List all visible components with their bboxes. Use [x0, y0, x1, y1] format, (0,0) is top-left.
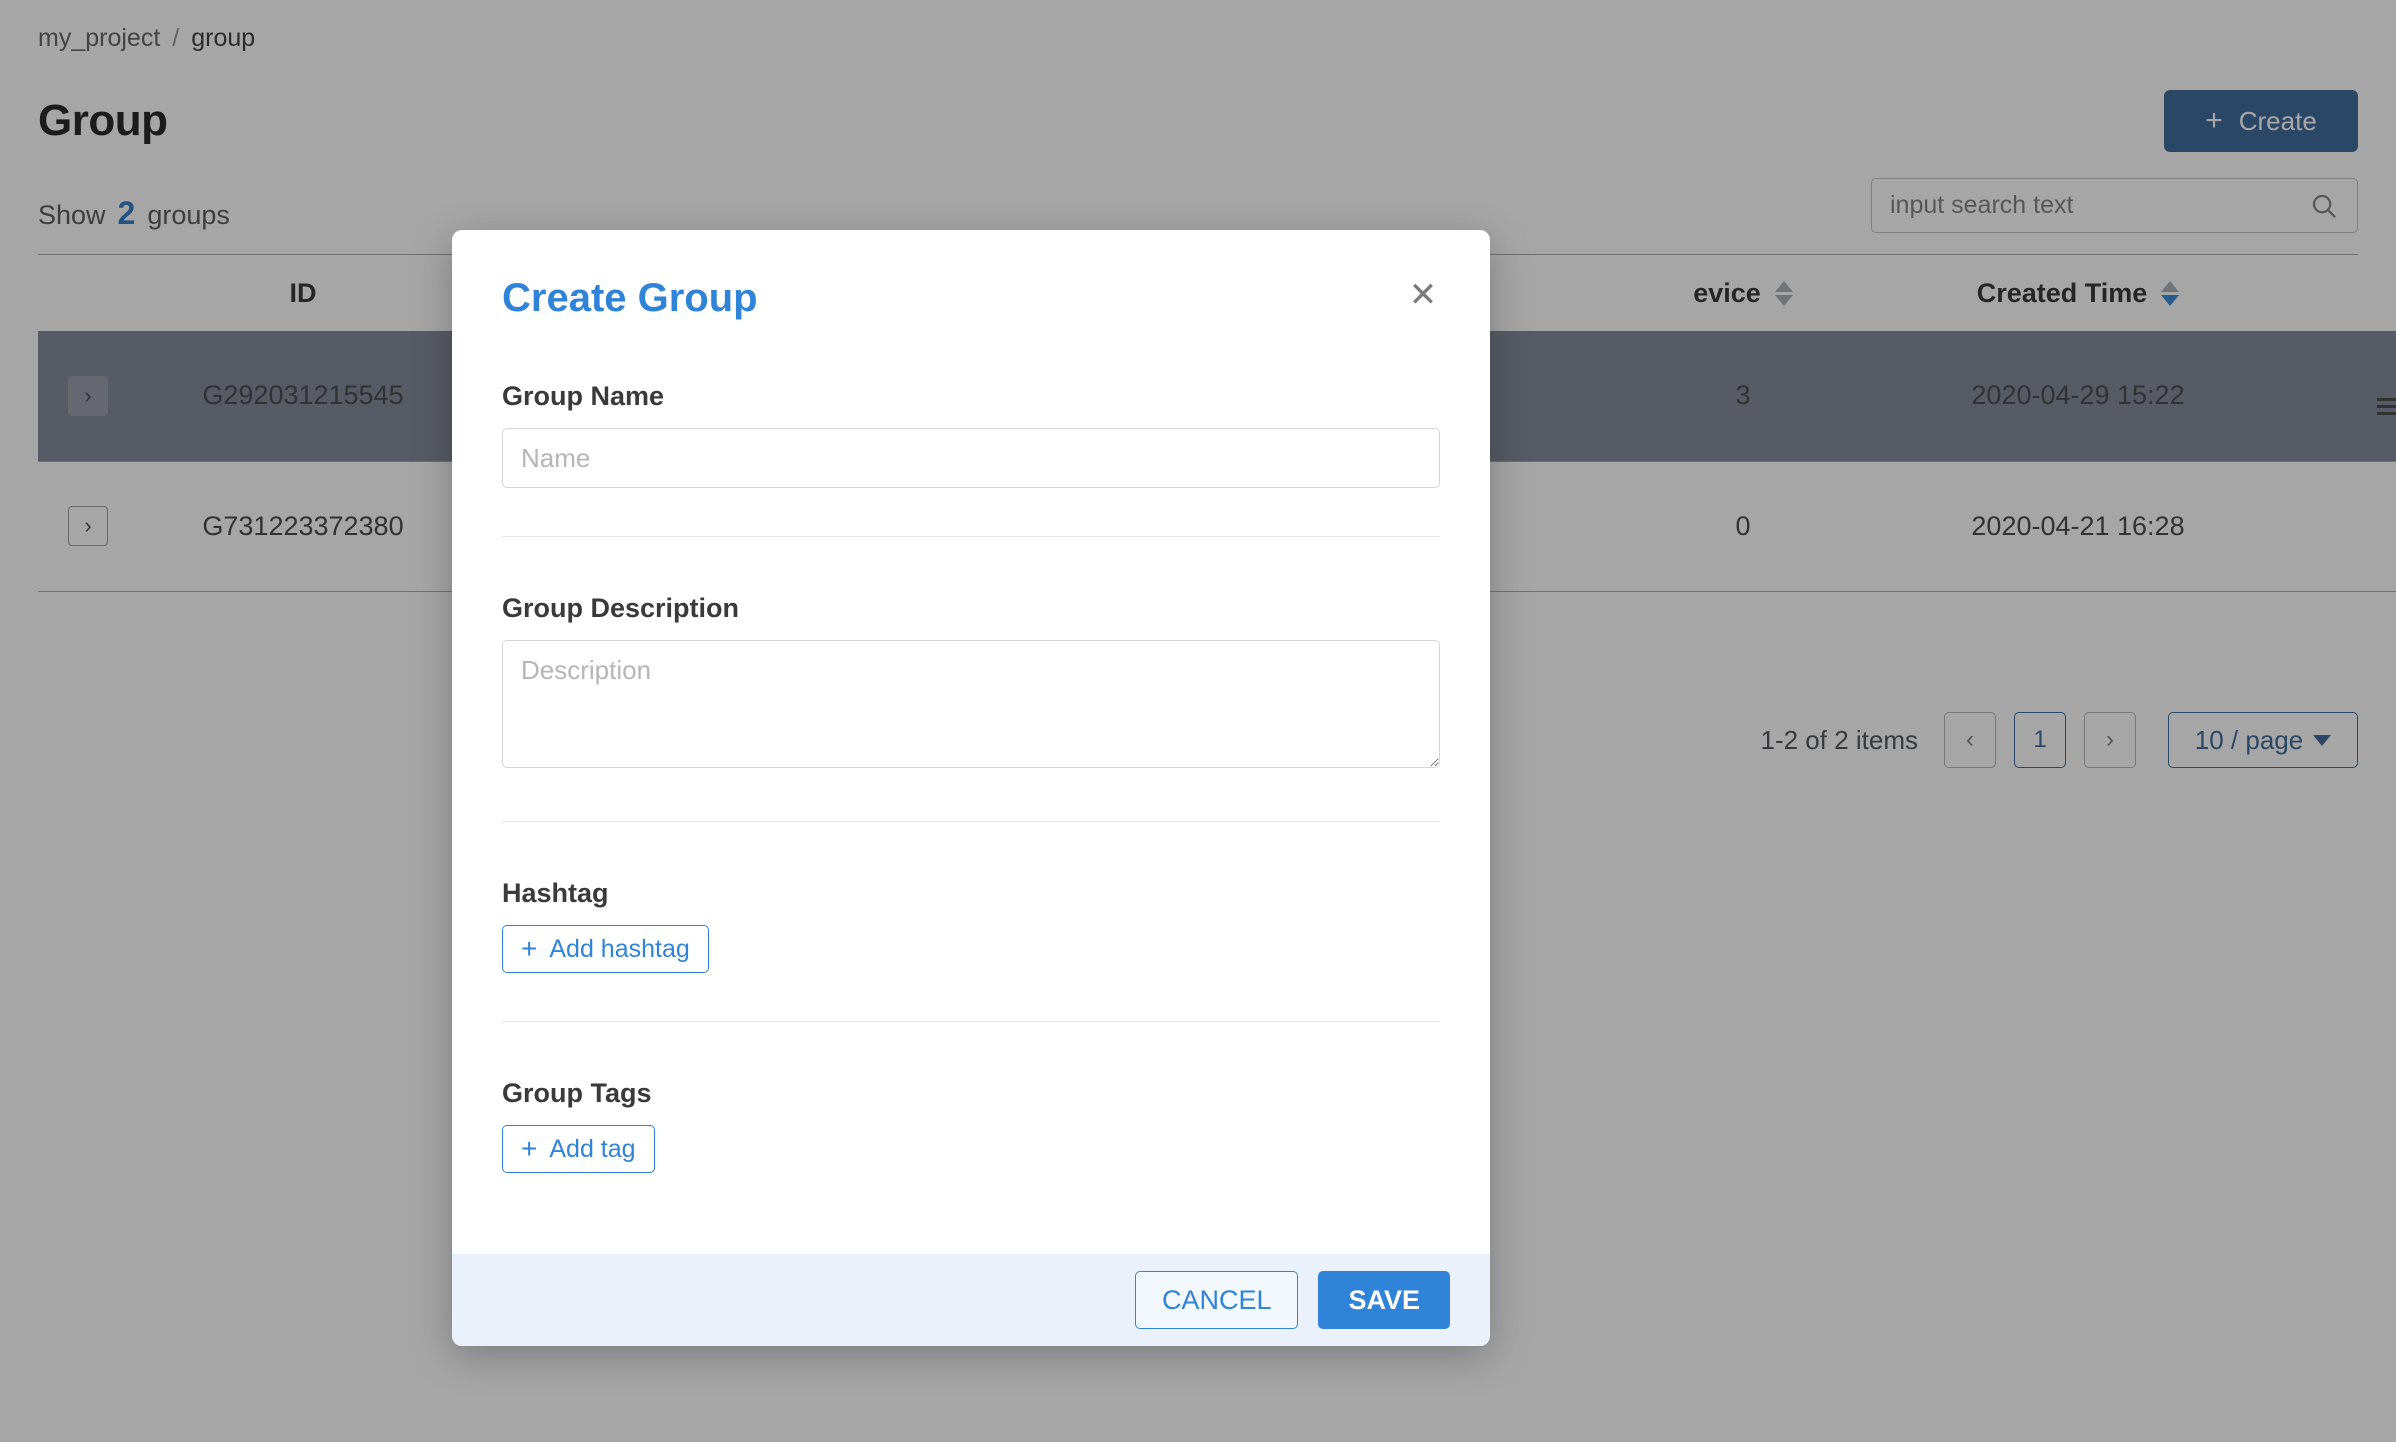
add-hashtag-label: Add hashtag: [549, 934, 690, 963]
app-root: my_project / group Group Show 2 groups +…: [0, 0, 2396, 1442]
cancel-button[interactable]: CANCEL: [1134, 1271, 1299, 1329]
divider-after-name: [502, 536, 1440, 537]
create-group-dialog: Create Group ✕ Group Name Group Descript…: [452, 230, 1490, 1346]
add-tag-button[interactable]: + Add tag: [502, 1125, 655, 1173]
group-description-input[interactable]: [502, 640, 1440, 768]
group-name-input[interactable]: [502, 428, 1440, 488]
add-tag-label: Add tag: [549, 1134, 636, 1163]
dialog-title: Create Group: [502, 276, 758, 320]
dialog-footer: CANCEL SAVE: [452, 1254, 1490, 1346]
group-tags-label: Group Tags: [502, 1078, 652, 1108]
group-description-label: Group Description: [502, 593, 740, 623]
plus-icon: +: [521, 933, 538, 964]
hashtag-label: Hashtag: [502, 878, 609, 908]
close-icon[interactable]: ✕: [1402, 274, 1444, 316]
divider-after-description: [502, 821, 1440, 822]
divider-after-hashtag: [502, 1021, 1440, 1022]
dialog-body: Create Group ✕ Group Name Group Descript…: [452, 230, 1490, 1254]
add-hashtag-button[interactable]: + Add hashtag: [502, 925, 709, 973]
group-name-label: Group Name: [502, 381, 665, 411]
save-button[interactable]: SAVE: [1318, 1271, 1450, 1329]
plus-icon: +: [521, 1133, 538, 1164]
